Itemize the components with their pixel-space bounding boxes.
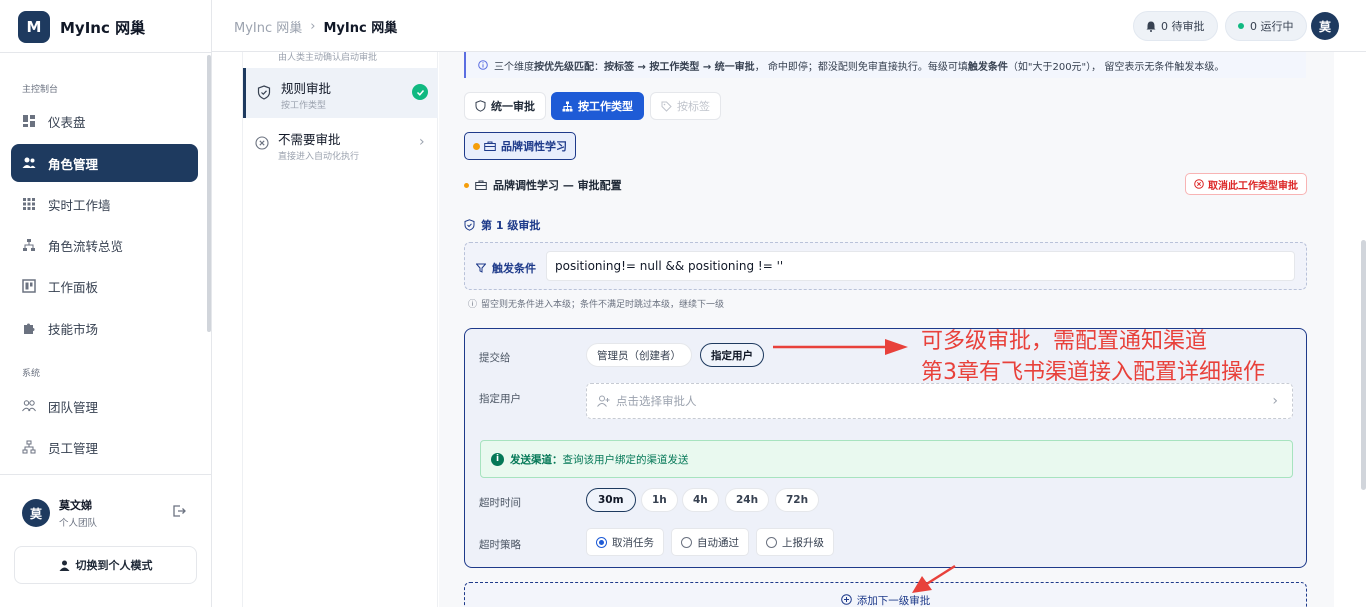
annotation-arrows: [773, 339, 956, 593]
app-root: M MyInc 网巢 主控制台 仪表盘 角色管理 实时工作墙 角色流转总览 工作…: [0, 0, 1366, 607]
annotation-line2: 第3章有飞书渠道接入配置详细操作: [921, 360, 1265, 385]
arrow-to-add-level: [912, 564, 956, 593]
arrow-to-specified-user: [773, 339, 908, 355]
annotation-line1: 可多级审批，需配置通知渠道: [921, 329, 1208, 354]
